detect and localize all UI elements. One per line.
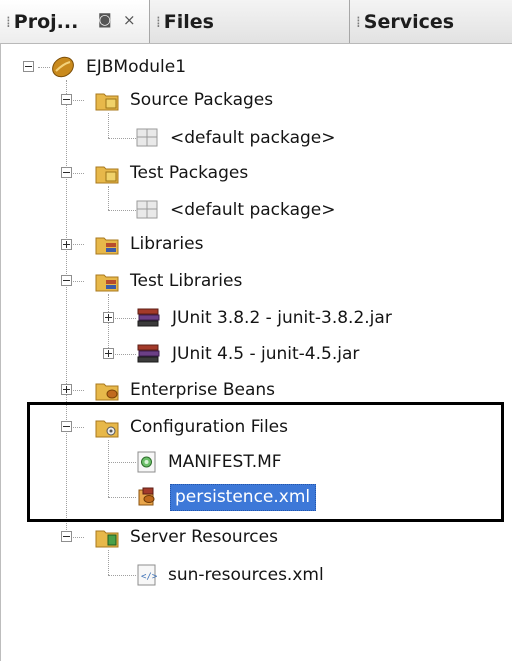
tree-label: Source Packages	[130, 90, 274, 110]
tree-label: EJBModule1	[86, 57, 187, 77]
expand-toggle[interactable]	[61, 384, 72, 395]
jar-books-icon	[137, 308, 160, 327]
svg-text:</>: </>	[141, 572, 158, 582]
beans-folder-icon	[95, 383, 119, 401]
tree-item-project[interactable]: EJBModule1	[50, 51, 186, 83]
tree-label: Server Resources	[130, 527, 278, 547]
minimize-window-icon[interactable]: ◙	[98, 12, 112, 28]
tree-item-junit3[interactable]: JUnit 3.8.2 - junit-3.8.2.jar	[136, 302, 392, 334]
collapse-toggle[interactable]	[61, 531, 72, 542]
package-icon	[136, 200, 158, 219]
expand-toggle[interactable]	[103, 348, 114, 359]
tree-item-test-libraries[interactable]: Test Libraries	[94, 265, 242, 297]
drag-grip-icon: ⁞	[356, 12, 361, 31]
tree-label: Enterprise Beans	[130, 380, 276, 400]
package-icon	[136, 128, 158, 147]
tab-projects[interactable]: ⁞ Proj... ◙ ×	[0, 0, 150, 43]
drag-grip-icon: ⁞	[6, 12, 11, 31]
collapse-toggle[interactable]	[61, 275, 72, 286]
collapse-toggle[interactable]	[61, 94, 72, 105]
tree-label: <default package>	[170, 128, 336, 148]
server-resources-folder-icon	[95, 530, 119, 548]
tab-label: Files	[163, 10, 214, 33]
bean-project-icon	[52, 56, 74, 78]
jar-books-icon	[137, 344, 160, 363]
collapse-toggle[interactable]	[23, 61, 34, 72]
tree-item-libraries[interactable]: Libraries	[94, 228, 203, 260]
close-icon[interactable]: ×	[123, 11, 136, 29]
expand-toggle[interactable]	[61, 239, 72, 250]
tab-label: Proj...	[13, 10, 79, 33]
tree-item-test-packages[interactable]: Test Packages	[94, 157, 248, 189]
tree-label: sun-resources.xml	[168, 565, 324, 585]
libraries-folder-icon	[95, 237, 119, 255]
panel-border	[0, 43, 1, 661]
tree-item-sun-resources[interactable]: </> sun-resources.xml	[136, 559, 324, 591]
tree-item-source-packages[interactable]: Source Packages	[94, 84, 273, 116]
xml-file-icon: </>	[137, 564, 158, 586]
tree-label: Test Packages	[130, 163, 249, 183]
tree-label: <default package>	[170, 200, 336, 220]
tab-files[interactable]: ⁞ Files	[150, 0, 350, 43]
tab-services[interactable]: ⁞ Services	[350, 0, 512, 43]
tree-item-server-resources[interactable]: Server Resources	[94, 521, 278, 553]
drag-grip-icon: ⁞	[156, 12, 161, 31]
tree-label: Libraries	[130, 234, 204, 254]
collapse-toggle[interactable]	[61, 167, 72, 178]
expand-toggle[interactable]	[103, 312, 114, 323]
tree-item-junit4[interactable]: JUnit 4.5 - junit-4.5.jar	[136, 338, 359, 370]
highlight-box	[27, 402, 504, 522]
tree-label: JUnit 3.8.2 - junit-3.8.2.jar	[172, 308, 392, 328]
tree-item-default-package[interactable]: <default package>	[136, 194, 335, 226]
package-folder-icon	[95, 93, 119, 111]
tab-label: Services	[363, 10, 455, 33]
tab-strip: ⁞ Proj... ◙ × ⁞ Files ⁞ Services	[0, 0, 512, 44]
tree-label: Test Libraries	[130, 271, 243, 291]
tree-label: JUnit 4.5 - junit-4.5.jar	[172, 344, 360, 364]
libraries-folder-icon	[95, 274, 119, 292]
tree-item-default-package[interactable]: <default package>	[136, 122, 335, 154]
package-folder-icon	[95, 166, 119, 184]
